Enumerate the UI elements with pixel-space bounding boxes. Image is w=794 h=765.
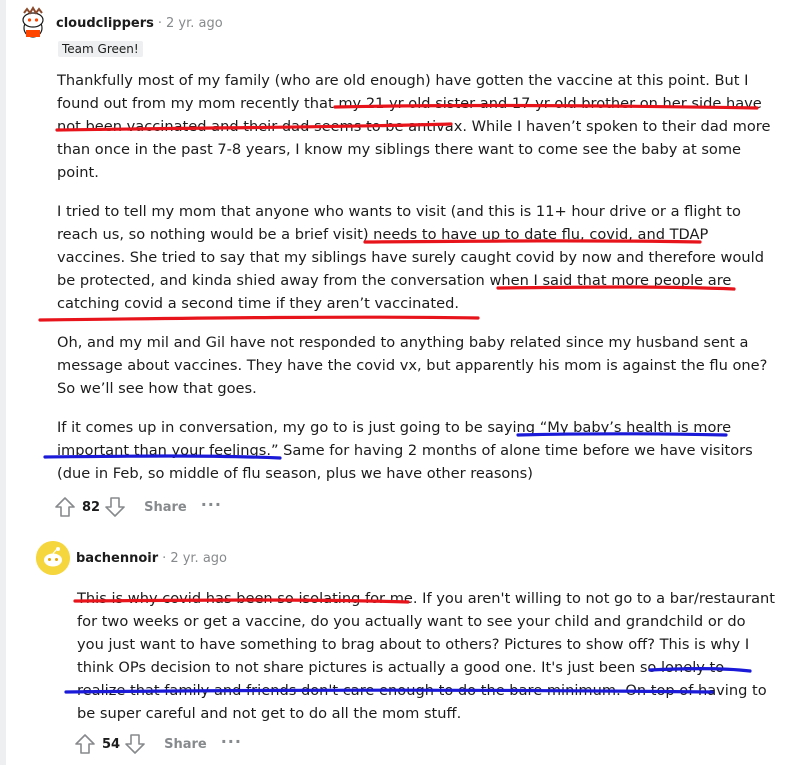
thread-line[interactable] — [0, 0, 6, 765]
comment-header: cloudclippers · 2 yr. ago — [16, 6, 786, 40]
more-options-icon[interactable]: ··· — [221, 732, 242, 751]
comment-header: bachennoir · 2 yr. ago — [36, 541, 786, 575]
comment-actions: 54 Share ··· — [74, 731, 242, 757]
username[interactable]: cloudclippers — [56, 16, 154, 31]
vote-score: 54 — [102, 736, 121, 752]
comment-body: Thankfully most of my family (who are ol… — [57, 69, 777, 485]
user-flair: Team Green! — [58, 41, 143, 57]
comment-bachennoir: bachennoir · 2 yr. ago This is why covid… — [36, 541, 786, 754]
comment-paragraph: This is why covid has been so isolating … — [77, 590, 775, 722]
comment-age[interactable]: 2 yr. ago — [166, 16, 223, 31]
snoo-avatar-icon[interactable] — [16, 6, 50, 40]
comment-body: This is why covid has been so isolating … — [77, 587, 777, 725]
downvote-arrow-icon[interactable] — [104, 496, 126, 518]
comment-cloudclippers: cloudclippers · 2 yr. ago Team Green! Th… — [16, 6, 786, 517]
comment-age[interactable]: 2 yr. ago — [170, 551, 227, 566]
snoo-avatar-yellow-icon[interactable] — [36, 541, 70, 575]
downvote-arrow-icon[interactable] — [124, 733, 146, 755]
comment-paragraph: Oh, and my mil and Gil have not responde… — [57, 334, 768, 397]
vote-score: 82 — [82, 499, 101, 515]
upvote-arrow-icon[interactable] — [74, 733, 96, 755]
more-options-icon[interactable]: ··· — [201, 495, 222, 514]
comment-actions: 82 Share ··· — [54, 494, 222, 520]
comment-paragraph: Thankfully most of my family (who are ol… — [57, 72, 771, 181]
separator-dot: · — [157, 15, 162, 31]
share-button[interactable]: Share — [144, 500, 187, 515]
comment-paragraph: If it comes up in conversation, my go to… — [57, 419, 753, 482]
upvote-arrow-icon[interactable] — [54, 496, 76, 518]
separator-dot: · — [162, 550, 167, 566]
comment-paragraph: I tried to tell my mom that anyone who w… — [57, 203, 764, 312]
share-button[interactable]: Share — [164, 737, 207, 752]
username[interactable]: bachennoir — [76, 551, 158, 566]
